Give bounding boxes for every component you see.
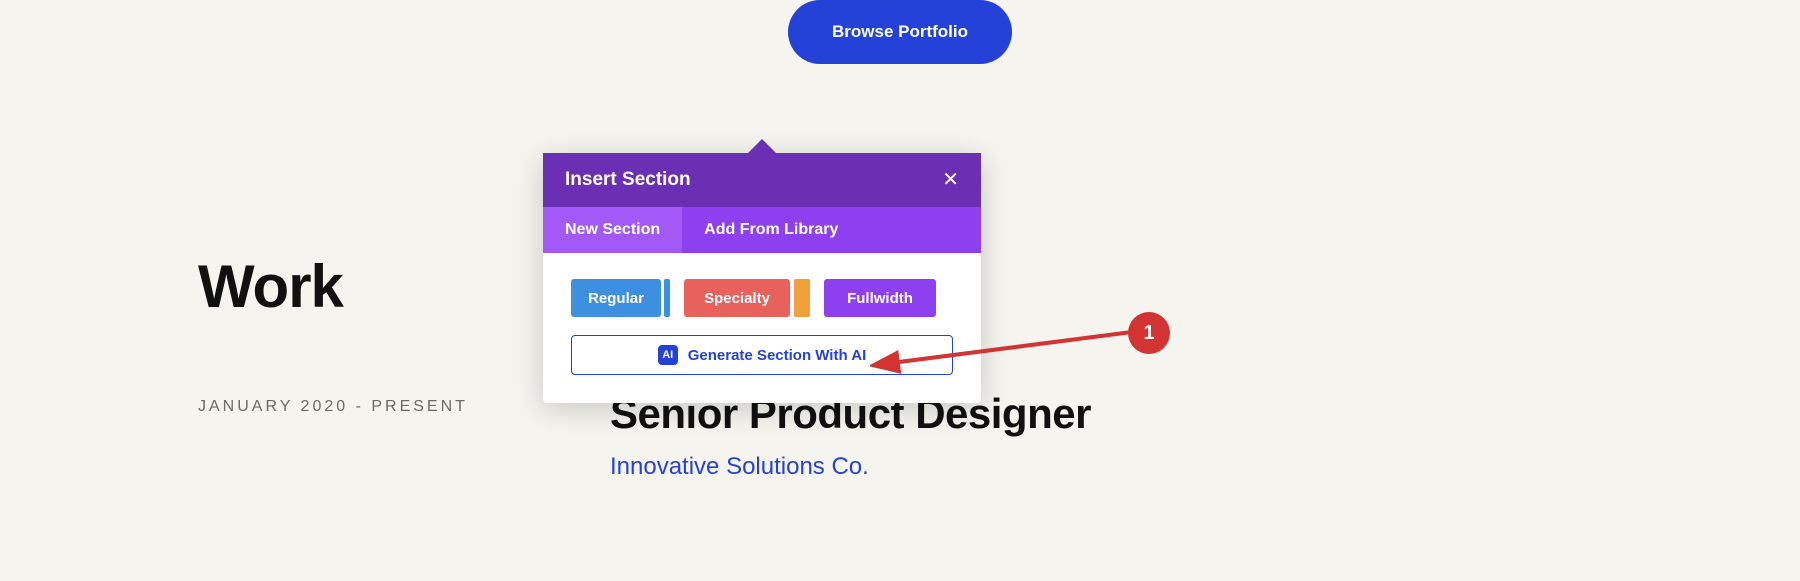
panel-body: Regular Specialty Fullwidth AI Generate … xyxy=(543,253,981,403)
generate-with-ai-button[interactable]: AI Generate Section With AI xyxy=(571,335,953,375)
close-icon: ✕ xyxy=(942,169,959,191)
company-name: Innovative Solutions Co. xyxy=(610,453,869,481)
close-button[interactable]: ✕ xyxy=(942,170,959,190)
section-type-specialty-wrap: Specialty xyxy=(684,279,810,317)
annotation-badge-1: 1 xyxy=(1128,312,1170,354)
tab-new-section[interactable]: New Section xyxy=(543,207,682,253)
section-type-row: Regular Specialty Fullwidth xyxy=(571,279,953,317)
section-type-specialty-button[interactable]: Specialty xyxy=(684,279,790,317)
ai-icon: AI xyxy=(658,345,678,365)
panel-title: Insert Section xyxy=(565,169,691,191)
browse-portfolio-button[interactable]: Browse Portfolio xyxy=(788,0,1012,64)
work-heading: Work xyxy=(198,252,343,321)
panel-tabs: New Section Add From Library xyxy=(543,207,981,253)
generate-with-ai-label: Generate Section With AI xyxy=(688,347,867,364)
specialty-accent-bar xyxy=(794,279,810,317)
insert-section-panel: Insert Section ✕ New Section Add From Li… xyxy=(543,153,981,403)
section-type-regular-wrap: Regular xyxy=(571,279,670,317)
panel-header: Insert Section ✕ xyxy=(543,153,981,207)
regular-accent-bar xyxy=(664,279,670,317)
section-type-regular-button[interactable]: Regular xyxy=(571,279,661,317)
section-type-fullwidth-button[interactable]: Fullwidth xyxy=(824,279,936,317)
work-date-range: JANUARY 2020 - PRESENT xyxy=(198,398,468,416)
tab-add-from-library[interactable]: Add From Library xyxy=(682,207,860,253)
